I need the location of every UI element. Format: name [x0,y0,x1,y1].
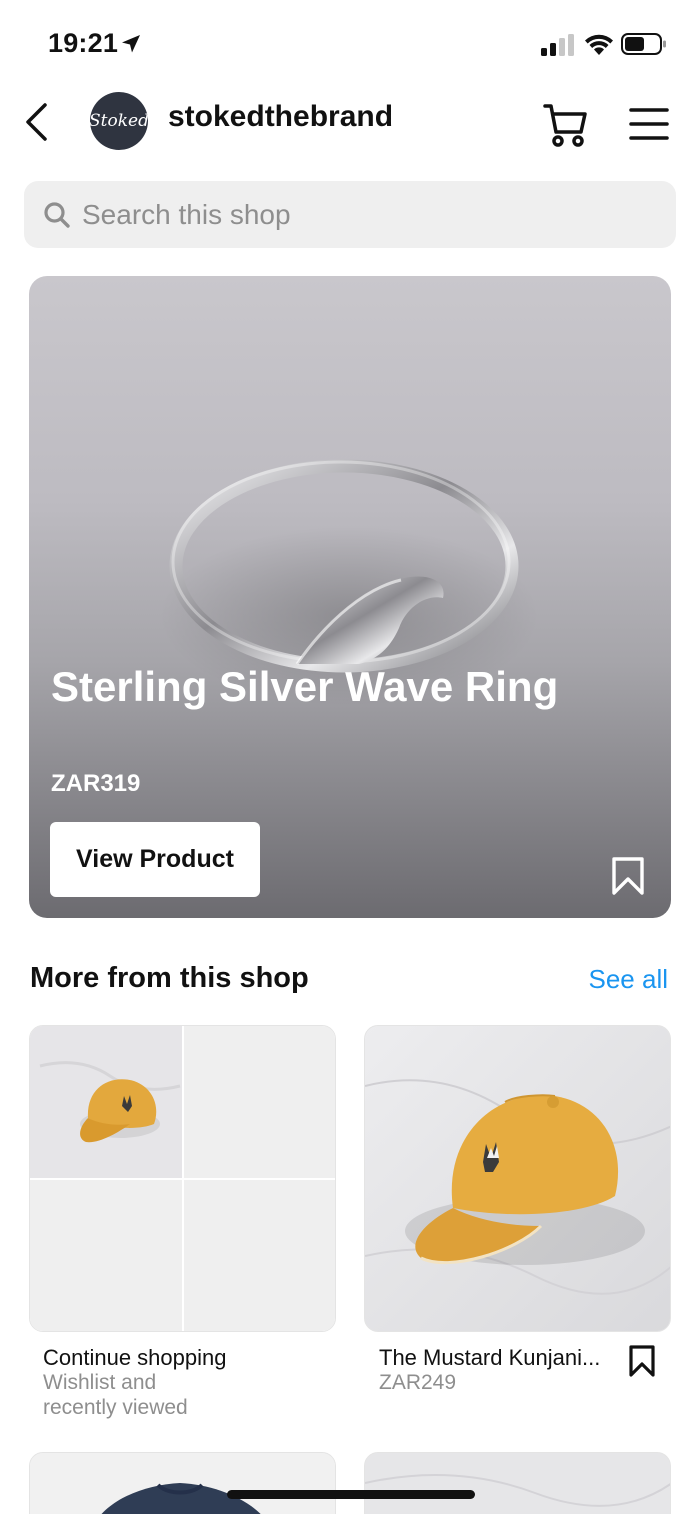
product-price-mustard-cap: ZAR249 [379,1371,457,1394]
search-icon [44,201,70,228]
shop-name[interactable]: stokedthebrand [168,100,393,134]
collage-placeholder [184,1026,335,1178]
avatar-logo-text: Stoked [90,111,148,131]
location-arrow-icon [122,35,140,53]
continue-shopping-card[interactable] [29,1025,336,1332]
marble-product-image [365,1453,670,1514]
product-title-mustard-cap[interactable]: The Mustard Kunjani... [379,1345,600,1371]
back-button[interactable] [18,100,54,144]
mustard-cap-thumbnail [30,1026,182,1178]
signal-icon [541,34,574,56]
hero-product-title[interactable]: Sterling Silver Wave Ring [51,660,571,714]
shop-avatar[interactable]: Stoked [90,92,148,150]
product-card-partial[interactable] [364,1452,671,1514]
continue-shopping-subtitle-line2: recently viewed [43,1396,188,1419]
home-indicator[interactable] [227,1490,475,1499]
hamburger-menu-icon[interactable] [628,104,670,144]
continue-shopping-title[interactable]: Continue shopping [43,1345,226,1371]
battery-icon [621,33,666,55]
collage-placeholder [30,1180,182,1331]
status-bar: 19:21 [0,0,700,90]
collage-thumbnail [30,1026,182,1178]
bookmark-icon[interactable] [628,1344,656,1378]
tshirt-image [30,1453,335,1514]
mustard-cap-image [365,1026,670,1331]
product-card-mustard-cap[interactable] [364,1025,671,1332]
shop-header: Stoked stokedthebrand [0,88,700,154]
wifi-icon [585,34,613,55]
search-input[interactable] [82,198,642,231]
status-time: 19:21 [48,28,119,58]
shop-search-bar[interactable] [24,181,676,248]
continue-shopping-subtitle-line1: Wishlist and [43,1371,157,1394]
chevron-left-icon [26,103,47,141]
see-all-link[interactable]: See all [589,964,669,995]
view-product-button[interactable]: View Product [50,822,260,897]
more-from-shop-heading: More from this shop [30,962,309,994]
collage-placeholder [184,1180,335,1331]
hero-product-price: ZAR319 [51,770,141,797]
featured-product-card[interactable]: Sterling Silver Wave Ring ZAR319 View Pr… [29,276,671,918]
bookmark-icon[interactable] [611,856,645,896]
product-card-partial[interactable] [29,1452,336,1514]
cart-icon[interactable] [540,100,590,148]
